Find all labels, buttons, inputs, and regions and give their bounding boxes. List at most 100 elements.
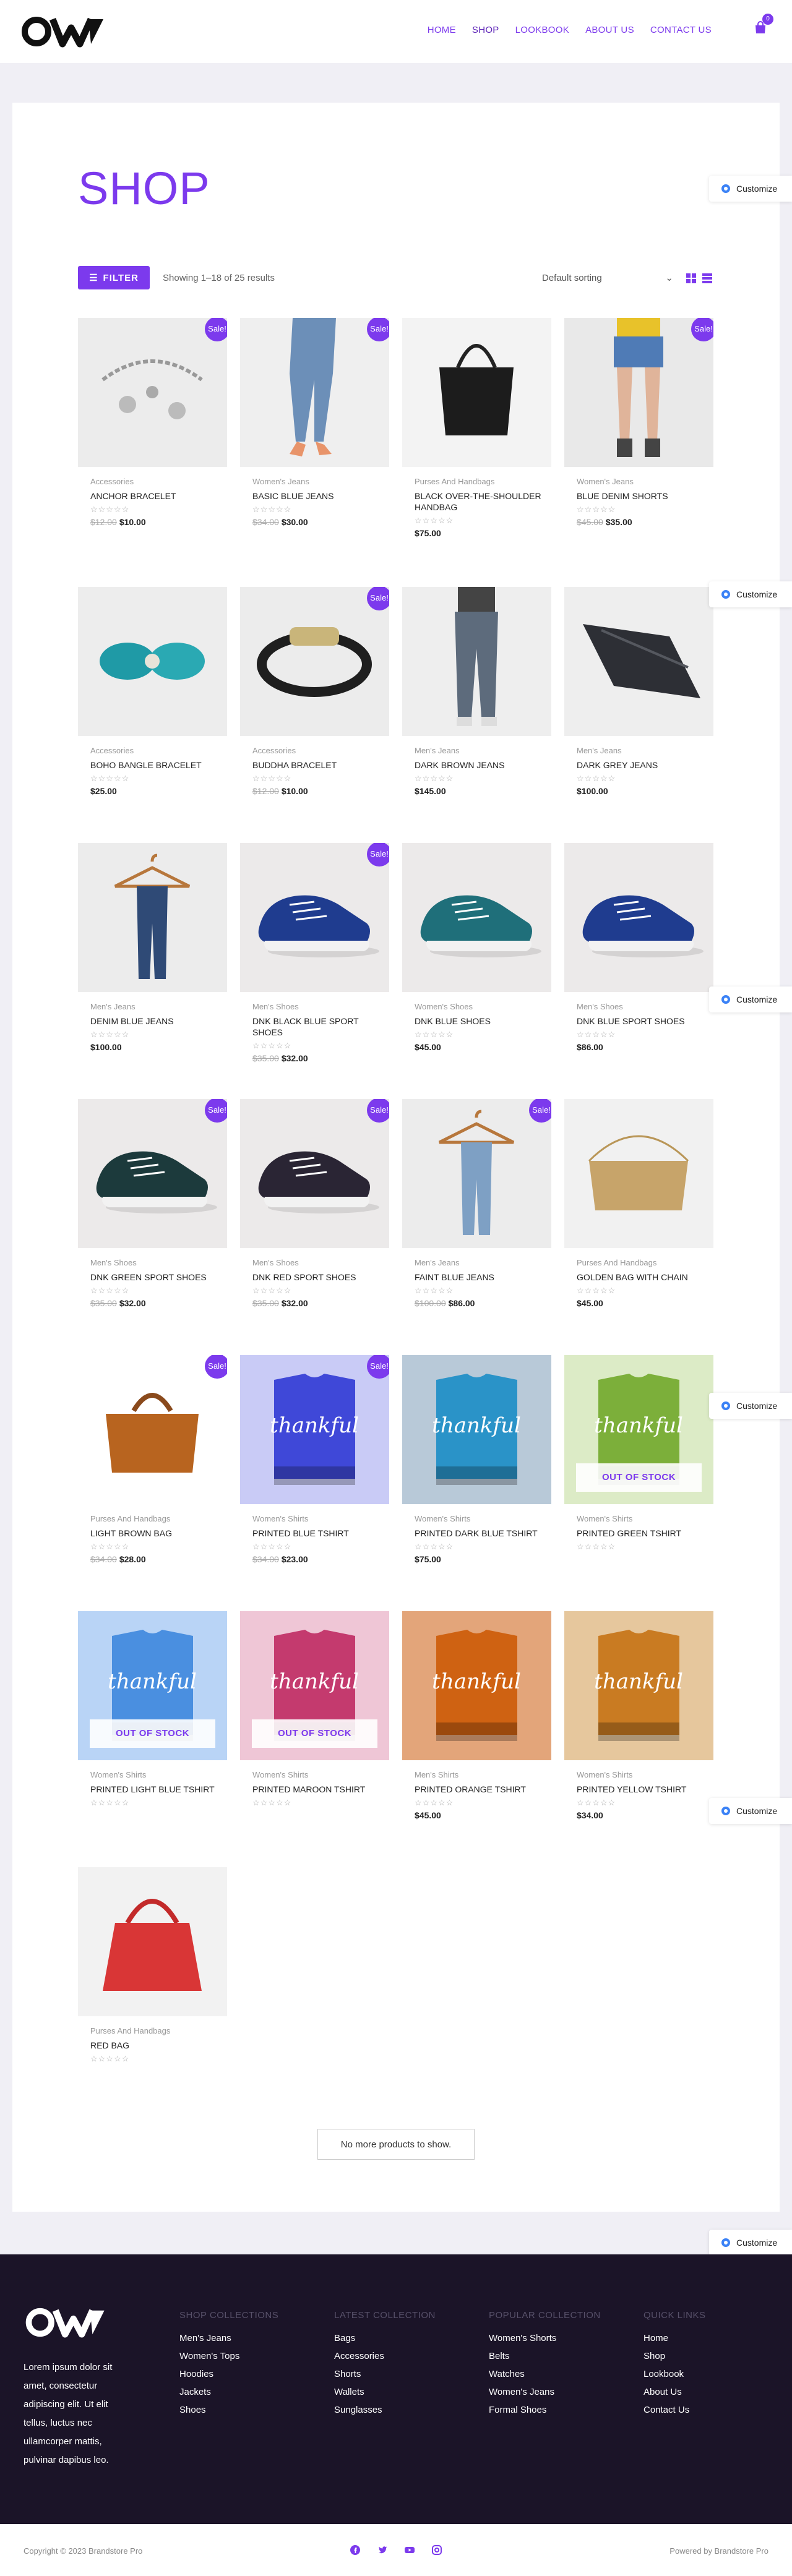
product-card[interactable]: thankful OUT OF STOCK Women's Shirts PRINT… xyxy=(240,1611,389,1808)
product-title[interactable]: PRINTED YELLOW TSHIRT xyxy=(564,1784,713,1795)
product-image[interactable]: Sale! xyxy=(78,1355,227,1504)
product-card[interactable]: Sale! Men's Shoes DNK GREEN SPORT SHOES ☆☆☆… xyxy=(78,1099,227,1308)
product-title[interactable]: BOHO BANGLE BRACELET xyxy=(78,760,227,771)
product-card[interactable]: Men's Shoes DNK BLUE SPORT SHOES ☆☆☆☆☆ $86.… xyxy=(564,843,713,1052)
product-image[interactable]: Sale! xyxy=(78,318,227,467)
product-category[interactable]: Purses And Handbags xyxy=(402,477,551,486)
twitter-icon[interactable] xyxy=(377,2545,387,2555)
product-card[interactable]: Sale! Men's Shoes DNK RED SPORT SHOES ☆☆☆☆☆… xyxy=(240,1099,389,1308)
product-image[interactable] xyxy=(78,587,227,736)
customize-button[interactable]: Customize xyxy=(709,2230,792,2256)
product-image[interactable]: thankful OUT OF STOCK xyxy=(240,1611,389,1760)
product-image[interactable]: thankful Sale! xyxy=(240,1355,389,1504)
footer-link[interactable]: Shoes xyxy=(179,2401,278,2419)
product-category[interactable]: Men's Shoes xyxy=(78,1258,227,1267)
customize-button[interactable]: Customize xyxy=(709,1393,792,1419)
filter-button[interactable]: ☰ FILTER xyxy=(78,266,150,289)
product-card[interactable]: Purses And Handbags GOLDEN BAG WITH CHAIN… xyxy=(564,1099,713,1308)
product-category[interactable]: Women's Shirts xyxy=(78,1770,227,1779)
product-image[interactable]: Sale! xyxy=(78,1099,227,1248)
product-category[interactable]: Men's Shoes xyxy=(240,1258,389,1267)
footer-link[interactable]: Belts xyxy=(489,2347,601,2365)
product-category[interactable]: Accessories xyxy=(240,746,389,755)
product-card[interactable]: Men's Jeans DENIM BLUE JEANS ☆☆☆☆☆ $100.00 xyxy=(78,843,227,1052)
product-image[interactable] xyxy=(564,1099,713,1248)
product-card[interactable]: Women's Shoes DNK BLUE SHOES ☆☆☆☆☆ $45.00 xyxy=(402,843,551,1052)
product-title[interactable]: PRINTED GREEN TSHIRT xyxy=(564,1528,713,1539)
product-category[interactable]: Women's Jeans xyxy=(564,477,713,486)
product-image[interactable] xyxy=(402,587,551,736)
footer-link[interactable]: Women's Shorts xyxy=(489,2329,601,2347)
product-category[interactable]: Men's Shoes xyxy=(240,1002,389,1011)
product-image[interactable]: Sale! xyxy=(240,1099,389,1248)
product-title[interactable]: BLACK OVER-THE-SHOULDER HANDBAG xyxy=(402,490,551,513)
footer-link[interactable]: Men's Jeans xyxy=(179,2329,278,2347)
product-card[interactable]: thankful OUT OF STOCK Women's Shirts PRINT… xyxy=(564,1355,713,1552)
product-image[interactable]: thankful OUT OF STOCK xyxy=(78,1611,227,1760)
product-card[interactable]: Sale! Women's Jeans BLUE DENIM SHORTS ☆☆☆☆☆… xyxy=(564,318,713,527)
product-image[interactable] xyxy=(78,1867,227,2016)
customize-button[interactable]: Customize xyxy=(709,581,792,607)
product-category[interactable]: Women's Shirts xyxy=(402,1514,551,1523)
footer-link[interactable]: Lookbook xyxy=(644,2365,706,2383)
footer-link[interactable]: About Us xyxy=(644,2383,706,2401)
product-card[interactable]: Sale! Men's Jeans FAINT BLUE JEANS ☆☆☆☆☆ $10… xyxy=(402,1099,551,1308)
footer-link[interactable]: Shorts xyxy=(334,2365,436,2383)
product-title[interactable]: GOLDEN BAG WITH CHAIN xyxy=(564,1272,713,1283)
product-image[interactable]: thankful xyxy=(564,1611,713,1760)
product-title[interactable]: DNK BLUE SHOES xyxy=(402,1016,551,1027)
product-title[interactable]: ANCHOR BRACELET xyxy=(78,490,227,502)
product-title[interactable]: DARK BROWN JEANS xyxy=(402,760,551,771)
product-category[interactable]: Accessories xyxy=(78,477,227,486)
product-card[interactable]: thankful OUT OF STOCK Women's Shirts PRINT… xyxy=(78,1611,227,1808)
product-image[interactable]: Sale! xyxy=(564,318,713,467)
product-image[interactable]: Sale! xyxy=(240,843,389,992)
product-card[interactable]: Sale! Purses And Handbags LIGHT BROWN BAG ☆… xyxy=(78,1355,227,1564)
sort-select[interactable]: Default sorting ⌄ xyxy=(540,267,676,288)
customize-button[interactable]: Customize xyxy=(709,986,792,1012)
customize-button[interactable]: Customize xyxy=(709,1798,792,1824)
facebook-icon[interactable] xyxy=(350,2545,360,2555)
product-card[interactable]: Sale! Men's Shoes DNK BLACK BLUE SPORT SHO… xyxy=(240,843,389,1063)
product-card[interactable]: thankful Men's Shirts PRINTED ORANGE TSHI… xyxy=(402,1611,551,1820)
product-title[interactable]: PRINTED MAROON TSHIRT xyxy=(240,1784,389,1795)
footer-link[interactable]: Formal Shoes xyxy=(489,2401,601,2419)
product-title[interactable]: PRINTED DARK BLUE TSHIRT xyxy=(402,1528,551,1539)
product-title[interactable]: PRINTED ORANGE TSHIRT xyxy=(402,1784,551,1795)
nav-contact-us[interactable]: CONTACT US xyxy=(650,25,712,35)
product-card[interactable]: Sale! Accessories ANCHOR BRACELET ☆☆☆☆☆ $12.… xyxy=(78,318,227,527)
product-image[interactable] xyxy=(564,843,713,992)
product-category[interactable]: Women's Shirts xyxy=(240,1514,389,1523)
product-category[interactable]: Women's Shoes xyxy=(402,1002,551,1011)
product-category[interactable]: Purses And Handbags xyxy=(78,2026,227,2035)
product-category[interactable]: Purses And Handbags xyxy=(78,1514,227,1523)
product-card[interactable]: Purses And Handbags RED BAG ☆☆☆☆☆ xyxy=(78,1867,227,2064)
product-title[interactable]: RED BAG xyxy=(78,2040,227,2051)
customize-button[interactable]: Customize xyxy=(709,176,792,202)
product-card[interactable]: thankful Women's Shirts PRINTED DARK BLUE… xyxy=(402,1355,551,1564)
product-category[interactable]: Women's Shirts xyxy=(564,1514,713,1523)
product-category[interactable]: Women's Shirts xyxy=(564,1770,713,1779)
instagram-icon[interactable] xyxy=(432,2545,442,2555)
product-image[interactable]: Sale! xyxy=(240,318,389,467)
footer-link[interactable]: Accessories xyxy=(334,2347,436,2365)
product-category[interactable]: Men's Jeans xyxy=(78,1002,227,1011)
product-title[interactable]: BASIC BLUE JEANS xyxy=(240,490,389,502)
product-card[interactable]: Purses And Handbags BLACK OVER-THE-SHOULD… xyxy=(402,318,551,538)
product-card[interactable]: Men's Jeans DARK GREY JEANS ☆☆☆☆☆ $100.00 xyxy=(564,587,713,796)
product-card[interactable]: thankful Sale! Women's Shirts PRINTED BLUE… xyxy=(240,1355,389,1564)
product-title[interactable]: DNK GREEN SPORT SHOES xyxy=(78,1272,227,1283)
footer-link[interactable]: Contact Us xyxy=(644,2401,706,2419)
footer-link[interactable]: Watches xyxy=(489,2365,601,2383)
product-category[interactable]: Men's Shoes xyxy=(564,1002,713,1011)
product-image[interactable]: thankful xyxy=(402,1611,551,1760)
product-title[interactable]: DNK BLUE SPORT SHOES xyxy=(564,1016,713,1027)
nav-about-us[interactable]: ABOUT US xyxy=(585,25,634,35)
product-category[interactable]: Women's Jeans xyxy=(240,477,389,486)
product-category[interactable]: Men's Jeans xyxy=(564,746,713,755)
grid-view-icon[interactable] xyxy=(686,273,696,283)
youtube-icon[interactable] xyxy=(405,2545,415,2555)
footer-link[interactable]: Hoodies xyxy=(179,2365,278,2383)
footer-link[interactable]: Wallets xyxy=(334,2383,436,2401)
product-card[interactable]: Sale! Accessories BUDDHA BRACELET ☆☆☆☆☆ $12.… xyxy=(240,587,389,796)
